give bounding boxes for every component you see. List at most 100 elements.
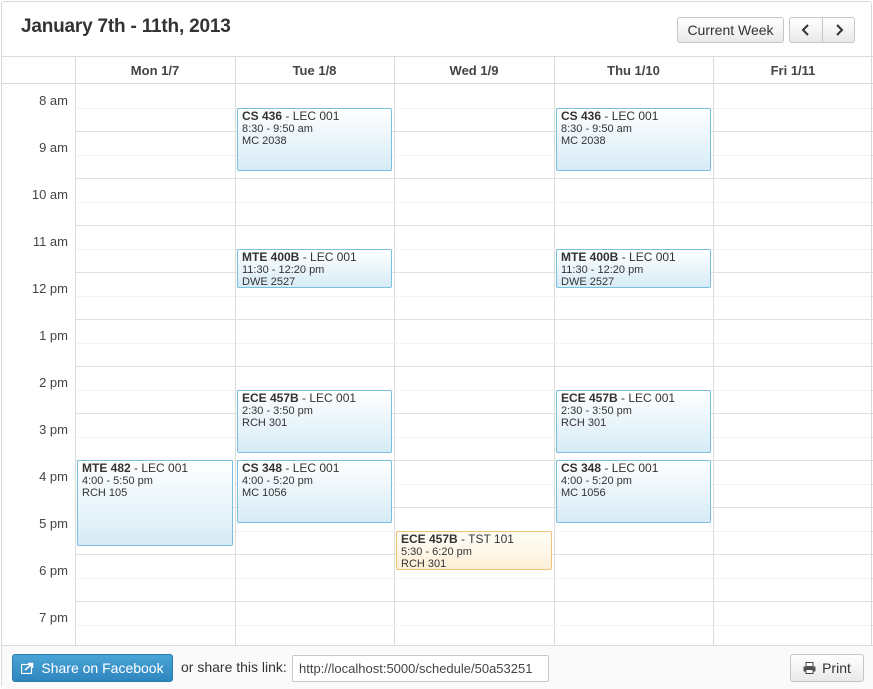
schedule-panel: January 7th - 11th, 2013 Current Week Mo… (1, 1, 873, 689)
event-title: ECE 457B - LEC 001 (242, 392, 387, 405)
event-room: RCH 301 (561, 417, 607, 429)
time-label: 4 pm (39, 469, 68, 484)
event-title: ECE 457B - LEC 001 (561, 392, 706, 405)
half-hour-line (75, 578, 873, 579)
course-section: - LEC 001 (618, 250, 676, 264)
class-event[interactable]: ECE 457B - LEC 001 2:30 - 3:50 pm RCH 301 (237, 390, 392, 453)
event-room: MC 1056 (242, 487, 287, 499)
column-divider (75, 56, 76, 646)
course-code: MTE 482 (82, 461, 131, 475)
hour-line (75, 225, 873, 226)
event-title: CS 348 - LEC 001 (561, 462, 706, 475)
hour-line (75, 413, 873, 414)
time-label: 1 pm (39, 328, 68, 343)
course-code: ECE 457B (561, 391, 618, 405)
class-event[interactable]: CS 348 - LEC 001 4:00 - 5:20 pm MC 1056 (237, 460, 392, 523)
time-label: 5 pm (39, 516, 68, 531)
class-event[interactable]: ECE 457B - LEC 001 2:30 - 3:50 pm RCH 301 (556, 390, 711, 453)
day-header: Mon 1/7 (130, 63, 180, 78)
hour-line (75, 319, 873, 320)
time-label: 8 am (39, 93, 68, 108)
event-time: 4:00 - 5:50 pm (82, 475, 153, 487)
course-section: - LEC 001 (601, 109, 659, 123)
time-label: 2 pm (39, 375, 68, 390)
course-section: - LEC 001 (130, 461, 189, 475)
time-label: 10 am (31, 187, 68, 202)
course-section: - LEC 001 (617, 391, 676, 405)
half-hour-line (75, 625, 873, 626)
time-label: 6 pm (39, 563, 68, 578)
half-hour-line (75, 155, 873, 156)
event-time: 8:30 - 9:50 am (561, 123, 632, 135)
course-section: - LEC 001 (298, 391, 357, 405)
event-title: MTE 400B - LEC 001 (242, 251, 387, 264)
event-title: MTE 482 - LEC 001 (82, 462, 228, 475)
event-time: 11:30 - 12:20 pm (561, 264, 644, 276)
share-link-input[interactable] (292, 655, 549, 682)
event-time: 2:30 - 3:50 pm (561, 405, 632, 417)
share-icon (21, 662, 34, 674)
chevron-left-icon (801, 24, 809, 36)
facebook-button-label: Share on Facebook (41, 660, 164, 676)
event-title: CS 436 - LEC 001 (561, 110, 706, 123)
event-time: 11:30 - 12:20 pm (242, 264, 325, 276)
exam-event[interactable]: ECE 457B - TST 101 5:30 - 6:20 pm RCH 301 (396, 531, 552, 570)
column-divider (394, 56, 395, 646)
course-code: CS 348 (242, 461, 283, 475)
course-section: - LEC 001 (299, 250, 357, 264)
class-event[interactable]: MTE 400B - LEC 001 11:30 - 12:20 pm DWE 25… (556, 249, 711, 288)
event-time: 4:00 - 5:20 pm (242, 475, 313, 487)
event-time: 4:00 - 5:20 pm (561, 475, 632, 487)
course-section: - LEC 001 (282, 461, 340, 475)
column-divider (235, 56, 236, 646)
half-hour-line (75, 296, 873, 297)
event-title: ECE 457B - TST 101 (401, 533, 547, 546)
current-week-button[interactable]: Current Week (677, 17, 784, 43)
hour-line (75, 178, 873, 179)
time-label: 7 pm (39, 610, 68, 625)
day-header: Wed 1/9 (449, 63, 499, 78)
event-room: DWE 2527 (242, 276, 296, 288)
class-event[interactable]: MTE 482 - LEC 001 4:00 - 5:50 pm RCH 105 (77, 460, 233, 546)
next-week-button[interactable] (822, 17, 855, 43)
previous-week-button[interactable] (789, 17, 823, 43)
half-hour-line (75, 108, 873, 109)
print-button[interactable]: Print (790, 654, 864, 682)
course-code: MTE 400B (561, 250, 619, 264)
time-label: 9 am (39, 140, 68, 155)
event-title: CS 348 - LEC 001 (242, 462, 387, 475)
class-event[interactable]: CS 436 - LEC 001 8:30 - 9:50 am MC 2038 (237, 108, 392, 171)
hour-line (75, 366, 873, 367)
day-header-row: Mon 1/7 Tue 1/8 Wed 1/9 Thu 1/10 Fri 1/11 (2, 56, 873, 84)
share-on-facebook-button[interactable]: Share on Facebook (12, 654, 173, 682)
class-event[interactable]: MTE 400B - LEC 001 11:30 - 12:20 pm DWE 25… (237, 249, 392, 288)
chevron-right-icon (835, 24, 843, 36)
event-room: RCH 301 (242, 417, 288, 429)
event-room: DWE 2527 (561, 276, 615, 288)
course-code: ECE 457B (242, 391, 299, 405)
event-time: 2:30 - 3:50 pm (242, 405, 313, 417)
course-section: - LEC 001 (601, 461, 659, 475)
printer-icon (803, 662, 816, 674)
course-code: CS 348 (561, 461, 602, 475)
course-code: CS 436 (561, 109, 602, 123)
half-hour-line (75, 249, 873, 250)
event-time: 5:30 - 6:20 pm (401, 546, 472, 558)
share-link-label: or share this link: (181, 659, 287, 675)
event-room: MC 2038 (242, 135, 287, 147)
time-label: 12 pm (31, 281, 68, 296)
week-title: January 7th - 11th, 2013 (21, 16, 231, 37)
course-code: ECE 457B (401, 532, 458, 546)
column-divider (554, 56, 555, 646)
event-time: 8:30 - 9:50 am (242, 123, 313, 135)
hour-line (75, 131, 873, 132)
share-footer: Share on Facebook or share this link: Pr… (2, 645, 873, 689)
event-room: RCH 301 (401, 558, 447, 570)
course-code: CS 436 (242, 109, 283, 123)
class-event[interactable]: CS 348 - LEC 001 4:00 - 5:20 pm MC 1056 (556, 460, 711, 523)
class-event[interactable]: CS 436 - LEC 001 8:30 - 9:50 am MC 2038 (556, 108, 711, 171)
time-label: 3 pm (39, 422, 68, 437)
event-room: MC 2038 (561, 135, 606, 147)
day-header: Fri 1/11 (770, 63, 816, 78)
print-button-label: Print (822, 660, 851, 676)
